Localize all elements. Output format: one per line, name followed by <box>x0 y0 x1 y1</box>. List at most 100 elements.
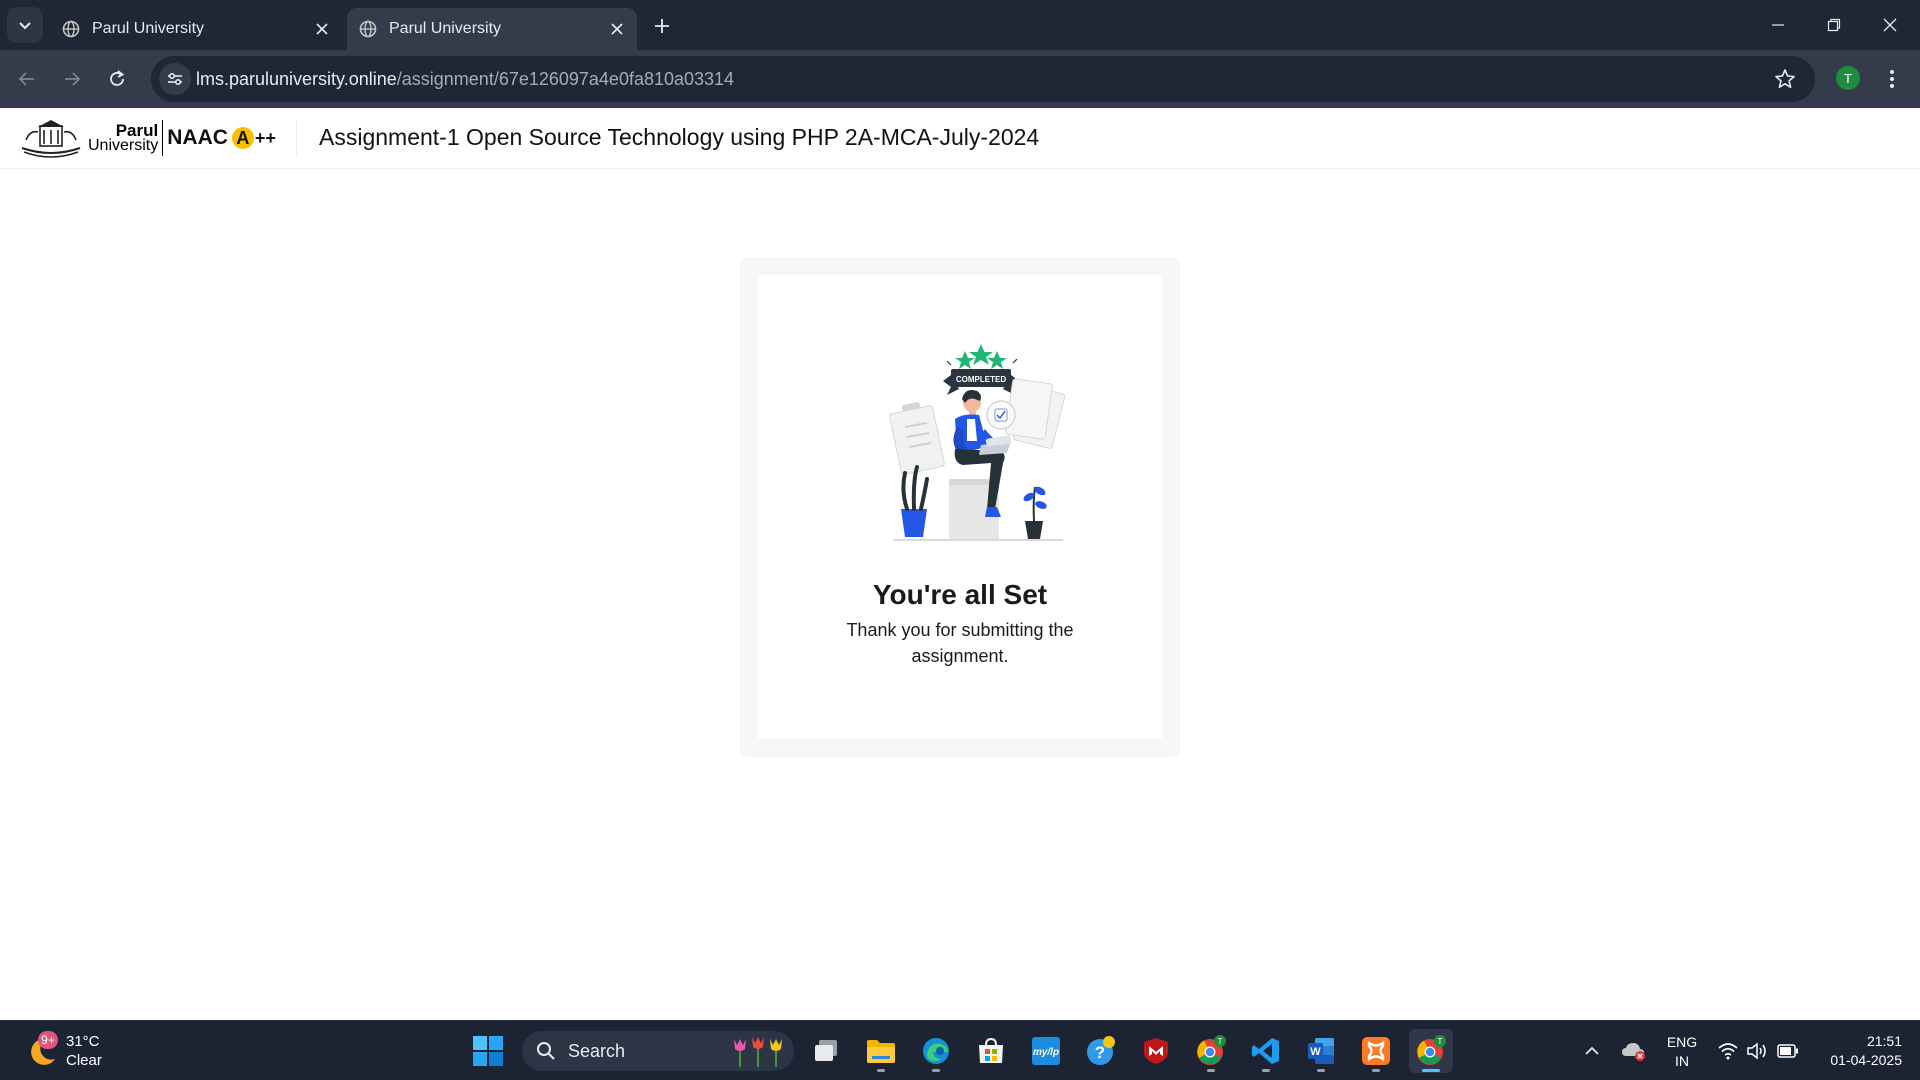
svg-text:W: W <box>1310 1046 1321 1058</box>
url-path: /assignment/67e126097a4e0fa810a03314 <box>396 69 735 89</box>
get-help-button[interactable]: ? <box>1079 1029 1123 1073</box>
browser-tab-1[interactable]: Parul University <box>48 8 342 50</box>
header-divider <box>296 120 297 156</box>
word-button[interactable]: W <box>1299 1029 1343 1073</box>
close-tab-icon[interactable] <box>607 19 627 39</box>
running-indicator <box>1372 1069 1380 1072</box>
vscode-icon <box>1252 1038 1279 1064</box>
store-icon <box>979 1037 1003 1063</box>
close-tab-icon[interactable] <box>312 19 332 39</box>
arrow-left-icon <box>18 72 34 86</box>
forward-button[interactable] <box>57 64 87 94</box>
task-view-icon <box>815 1040 837 1061</box>
running-indicator <box>877 1069 885 1072</box>
url-host: lms.paruluniversity.online <box>196 69 397 89</box>
new-tab-button[interactable] <box>648 12 676 40</box>
microsoft-store-button[interactable] <box>969 1029 1013 1073</box>
tab-title: Parul University <box>92 20 205 37</box>
xampp-button[interactable] <box>1354 1029 1398 1073</box>
running-indicator <box>1317 1069 1325 1072</box>
running-indicator <box>1207 1069 1215 1072</box>
taskbar-clock[interactable]: 21:51 01-04-2025 <box>1808 1032 1902 1070</box>
tab-title: Parul University <box>389 20 502 37</box>
search-icon <box>534 1039 558 1063</box>
naac-grade-plus: ++ <box>254 127 276 148</box>
completion-card: COMPLETED You're all Set Thank you for s… <box>740 257 1180 757</box>
address-bar[interactable]: lms.paruluniversity.online/assignment/67… <box>151 56 1815 102</box>
close-icon <box>1883 18 1897 32</box>
weather-badge: 9+ <box>38 1031 58 1049</box>
chrome-profile-button[interactable]: T <box>1189 1029 1233 1073</box>
svg-text:T: T <box>1218 1037 1223 1046</box>
file-explorer-button[interactable] <box>859 1029 903 1073</box>
tab-search-button[interactable] <box>7 7 43 43</box>
edge-icon <box>923 1038 949 1064</box>
arrow-right-icon <box>65 72 81 86</box>
weather-condition: Clear <box>66 1052 102 1069</box>
chevron-up-icon <box>1585 1046 1599 1055</box>
chrome-button-active[interactable]: T <box>1409 1029 1453 1073</box>
battery-status[interactable] <box>1774 1021 1802 1080</box>
naac-badge: NAAC A ++ <box>167 126 276 150</box>
weather-widget[interactable]: 9+ 31°C Clear <box>24 1029 102 1073</box>
naac-label: NAAC <box>167 126 228 149</box>
logo-subtitle: University <box>88 137 159 154</box>
search-label: Search <box>568 1040 626 1061</box>
edge-button[interactable] <box>914 1029 958 1073</box>
browser-toolbar: lms.paruluniversity.online/assignment/67… <box>0 50 1920 108</box>
completion-message: Thank you for submitting the assignment. <box>846 620 1074 666</box>
more-vertical-icon <box>1890 70 1894 88</box>
language-code: ENG <box>1666 1034 1698 1050</box>
restore-button[interactable] <box>1806 0 1862 50</box>
reload-icon <box>110 70 125 86</box>
url-text[interactable]: lms.paruluniversity.online/assignment/67… <box>196 69 734 90</box>
restore-icon <box>1827 18 1841 32</box>
minimize-button[interactable] <box>1750 0 1806 50</box>
completed-illustration: COMPLETED <box>889 344 1066 541</box>
clock-time: 21:51 <box>1866 1033 1902 1049</box>
taskbar-search[interactable]: Search <box>522 1031 794 1071</box>
chrome-icon: T <box>1417 1035 1446 1065</box>
mylp-button[interactable]: my/lp <box>1024 1029 1068 1073</box>
input-language-button[interactable]: ENG IN <box>1664 1033 1700 1071</box>
close-window-button[interactable] <box>1862 0 1918 50</box>
tulips-icon <box>734 1037 782 1067</box>
active-indicator <box>1422 1069 1440 1072</box>
tune-icon <box>168 72 182 86</box>
logo-divider <box>162 120 164 156</box>
page-header: Parul University NAAC A ++ Assignment-1 … <box>0 108 1920 169</box>
battery-icon <box>1777 1044 1798 1058</box>
volume-control[interactable] <box>1744 1021 1772 1080</box>
word-icon: W <box>1308 1038 1334 1064</box>
minimize-icon <box>1772 24 1784 26</box>
reload-button[interactable] <box>102 64 132 94</box>
logo-wordmark: Parul University <box>88 121 159 154</box>
bookmark-button[interactable] <box>1773 67 1797 91</box>
back-button[interactable] <box>12 64 42 94</box>
speaker-icon <box>1747 1042 1766 1060</box>
onedrive-status-button[interactable] <box>1620 1021 1648 1080</box>
browser-tab-2-active[interactable]: Parul University <box>347 8 637 50</box>
wifi-status[interactable] <box>1714 1021 1742 1080</box>
university-logo[interactable]: Parul University NAAC A ++ <box>18 118 276 158</box>
region-code: IN <box>1675 1053 1689 1069</box>
vscode-button[interactable] <box>1244 1029 1288 1073</box>
site-info-button[interactable] <box>159 63 191 95</box>
show-hidden-icons-button[interactable] <box>1580 1021 1604 1080</box>
clock-date: 01-04-2025 <box>1830 1052 1902 1068</box>
mcafee-button[interactable] <box>1134 1029 1178 1073</box>
browser-menu-button[interactable] <box>1880 64 1904 94</box>
windows-start-icon[interactable] <box>472 1035 504 1067</box>
profile-avatar[interactable]: T <box>1836 66 1860 90</box>
moon-icon: 9+ <box>24 1031 60 1069</box>
university-seal-icon <box>21 120 81 158</box>
naac-grade: A <box>231 127 254 149</box>
cloud-error-icon <box>1622 1043 1645 1061</box>
mylp-icon: my/lp <box>1032 1037 1060 1065</box>
star-icon <box>1775 69 1795 88</box>
logo-name: Parul <box>115 121 159 140</box>
folder-icon <box>867 1040 895 1063</box>
plus-icon <box>655 19 669 33</box>
completion-title: You're all Set <box>872 579 1048 610</box>
task-view-button[interactable] <box>804 1029 848 1073</box>
